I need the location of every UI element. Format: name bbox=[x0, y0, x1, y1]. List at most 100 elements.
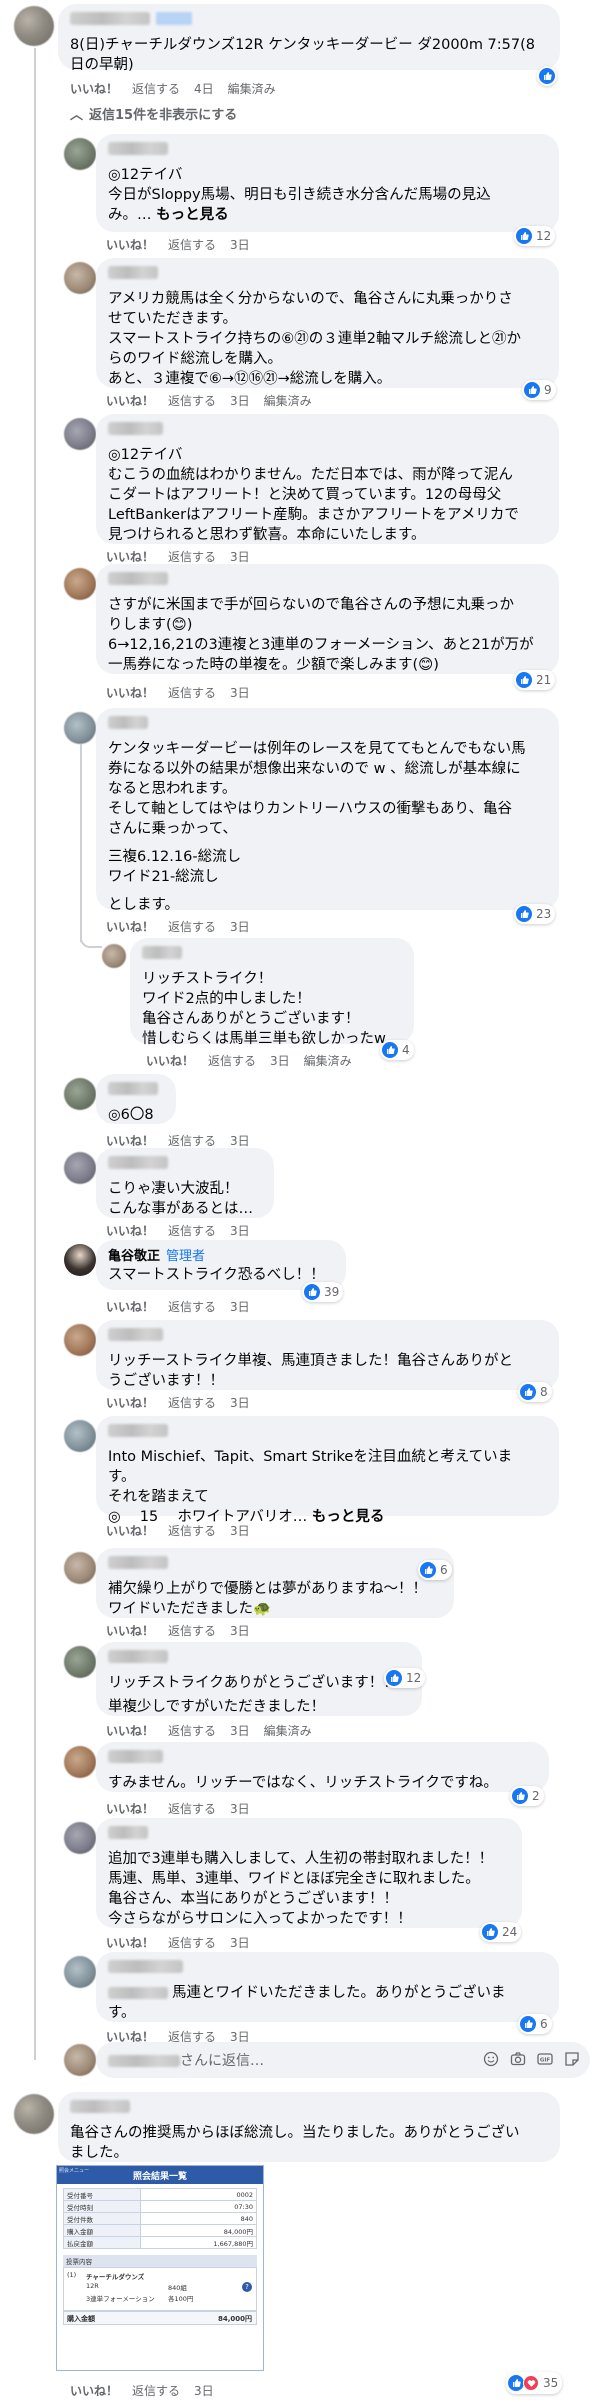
author-name[interactable] bbox=[108, 1650, 168, 1663]
like-button[interactable]: いいね！ bbox=[106, 920, 154, 934]
timestamp[interactable]: 3日 bbox=[230, 1524, 250, 1538]
reaction-count[interactable]: 24 bbox=[480, 1922, 522, 1942]
reaction-count[interactable]: 12 bbox=[514, 226, 556, 246]
author-name[interactable] bbox=[108, 1424, 168, 1437]
avatar[interactable] bbox=[14, 2094, 54, 2134]
author-name[interactable] bbox=[108, 1556, 168, 1569]
timestamp[interactable]: 3日 bbox=[230, 550, 250, 564]
reply-button[interactable]: 返信する bbox=[168, 1300, 216, 1314]
timestamp[interactable]: 3日 bbox=[230, 1802, 250, 1816]
avatar[interactable] bbox=[64, 1746, 96, 1778]
emoji-icon[interactable] bbox=[483, 2051, 499, 2067]
author-name[interactable] bbox=[70, 2100, 130, 2113]
reaction-count[interactable] bbox=[537, 66, 557, 86]
timestamp[interactable]: 3日 bbox=[230, 1224, 250, 1238]
author-name[interactable] bbox=[108, 422, 163, 435]
reply-button[interactable]: 返信する bbox=[168, 920, 216, 934]
avatar[interactable] bbox=[64, 1552, 96, 1584]
reply-button[interactable]: 返信する bbox=[168, 550, 216, 564]
reply-button[interactable]: 返信する bbox=[168, 1624, 216, 1638]
sticker-icon[interactable] bbox=[564, 2051, 580, 2067]
timestamp[interactable]: 3日 bbox=[230, 1724, 250, 1738]
avatar[interactable] bbox=[64, 1152, 96, 1184]
like-button[interactable]: いいね！ bbox=[106, 686, 154, 700]
avatar[interactable] bbox=[64, 1324, 96, 1356]
timestamp[interactable]: 3日 bbox=[194, 2384, 214, 2398]
author-name[interactable] bbox=[108, 266, 158, 279]
author-name[interactable] bbox=[108, 1328, 163, 1341]
reply-button[interactable]: 返信する bbox=[168, 1134, 216, 1148]
avatar[interactable] bbox=[14, 6, 54, 46]
reply-button[interactable]: 返信する bbox=[168, 1396, 216, 1410]
timestamp[interactable]: 3日 bbox=[230, 1134, 250, 1148]
avatar[interactable] bbox=[64, 1822, 96, 1854]
see-more-link[interactable]: もっと見る bbox=[156, 207, 229, 223]
reply-button[interactable]: 返信する bbox=[168, 1224, 216, 1238]
reply-button[interactable]: 返信する bbox=[168, 394, 216, 408]
avatar[interactable] bbox=[64, 1956, 96, 1988]
timestamp[interactable]: 3日 bbox=[230, 1936, 250, 1950]
gif-icon[interactable]: GIF bbox=[537, 2051, 553, 2067]
author-name[interactable] bbox=[70, 12, 150, 25]
author-name[interactable] bbox=[108, 572, 168, 585]
like-button[interactable]: いいね！ bbox=[146, 1054, 194, 1068]
reply-button[interactable]: 返信する bbox=[168, 1524, 216, 1538]
like-button[interactable]: いいね！ bbox=[106, 1724, 154, 1738]
reaction-count[interactable]: 35 bbox=[506, 2372, 563, 2394]
timestamp[interactable]: 3日 bbox=[270, 1054, 290, 1068]
avatar[interactable] bbox=[64, 418, 96, 450]
reply-button[interactable]: 返信する bbox=[168, 1936, 216, 1950]
reaction-count[interactable]: 39 bbox=[302, 1282, 344, 1302]
author-name[interactable] bbox=[108, 1082, 158, 1095]
like-button[interactable]: いいね！ bbox=[106, 1224, 154, 1238]
avatar[interactable] bbox=[64, 262, 96, 294]
reaction-count[interactable]: 8 bbox=[518, 1382, 552, 1402]
timestamp[interactable]: 3日 bbox=[230, 238, 250, 252]
like-button[interactable]: いいね！ bbox=[106, 1802, 154, 1816]
like-button[interactable]: いいね！ bbox=[106, 394, 154, 408]
author-name[interactable] bbox=[108, 142, 168, 155]
like-button[interactable]: いいね！ bbox=[106, 1524, 154, 1538]
like-button[interactable]: いいね！ bbox=[106, 1300, 154, 1314]
timestamp[interactable]: 3日 bbox=[230, 394, 250, 408]
avatar[interactable] bbox=[102, 944, 126, 968]
reaction-count[interactable]: 6 bbox=[518, 2014, 552, 2034]
reaction-count[interactable]: 6 bbox=[418, 1560, 452, 1580]
reaction-count[interactable]: 21 bbox=[514, 670, 556, 690]
author-name[interactable] bbox=[108, 1826, 148, 1839]
timestamp[interactable]: 3日 bbox=[230, 1300, 250, 1314]
see-more-link[interactable]: もっと見る bbox=[312, 1509, 385, 1525]
like-button[interactable]: いいね！ bbox=[70, 82, 118, 96]
avatar[interactable] bbox=[64, 1078, 96, 1110]
camera-icon[interactable] bbox=[510, 2051, 526, 2067]
like-button[interactable]: いいね！ bbox=[106, 1396, 154, 1410]
reaction-count[interactable]: 4 bbox=[380, 1040, 414, 1060]
reaction-count[interactable]: 23 bbox=[514, 904, 556, 924]
timestamp[interactable]: 3日 bbox=[230, 1624, 250, 1638]
timestamp[interactable]: 4日 bbox=[194, 82, 214, 96]
like-button[interactable]: いいね！ bbox=[106, 550, 154, 564]
reply-button[interactable]: 返信する bbox=[168, 1802, 216, 1816]
avatar[interactable] bbox=[64, 1244, 96, 1276]
author-name[interactable] bbox=[108, 1750, 163, 1763]
author-name[interactable]: 亀谷敬正 bbox=[108, 1249, 160, 1264]
reaction-count[interactable]: 2 bbox=[510, 1786, 544, 1806]
like-button[interactable]: いいね！ bbox=[106, 1936, 154, 1950]
avatar[interactable] bbox=[64, 1420, 96, 1452]
reply-button[interactable]: 返信する bbox=[168, 686, 216, 700]
like-button[interactable]: いいね！ bbox=[106, 1134, 154, 1148]
reaction-count[interactable]: 12 bbox=[384, 1668, 426, 1688]
timestamp[interactable]: 3日 bbox=[230, 920, 250, 934]
like-button[interactable]: いいね！ bbox=[106, 1624, 154, 1638]
mention[interactable] bbox=[108, 1987, 168, 1999]
reply-button[interactable]: 返信する bbox=[132, 82, 180, 96]
like-button[interactable]: いいね！ bbox=[70, 2384, 118, 2398]
avatar[interactable] bbox=[64, 1646, 96, 1678]
author-name[interactable] bbox=[108, 1960, 183, 1973]
avatar[interactable] bbox=[64, 568, 96, 600]
reply-input[interactable]: さんに返信… GIF bbox=[96, 2042, 590, 2078]
author-name[interactable] bbox=[108, 1156, 168, 1169]
timestamp[interactable]: 3日 bbox=[230, 1396, 250, 1410]
author-name[interactable] bbox=[108, 716, 148, 729]
hide-replies-link[interactable]: ︿ 返信15件を非表示にする bbox=[70, 104, 251, 123]
